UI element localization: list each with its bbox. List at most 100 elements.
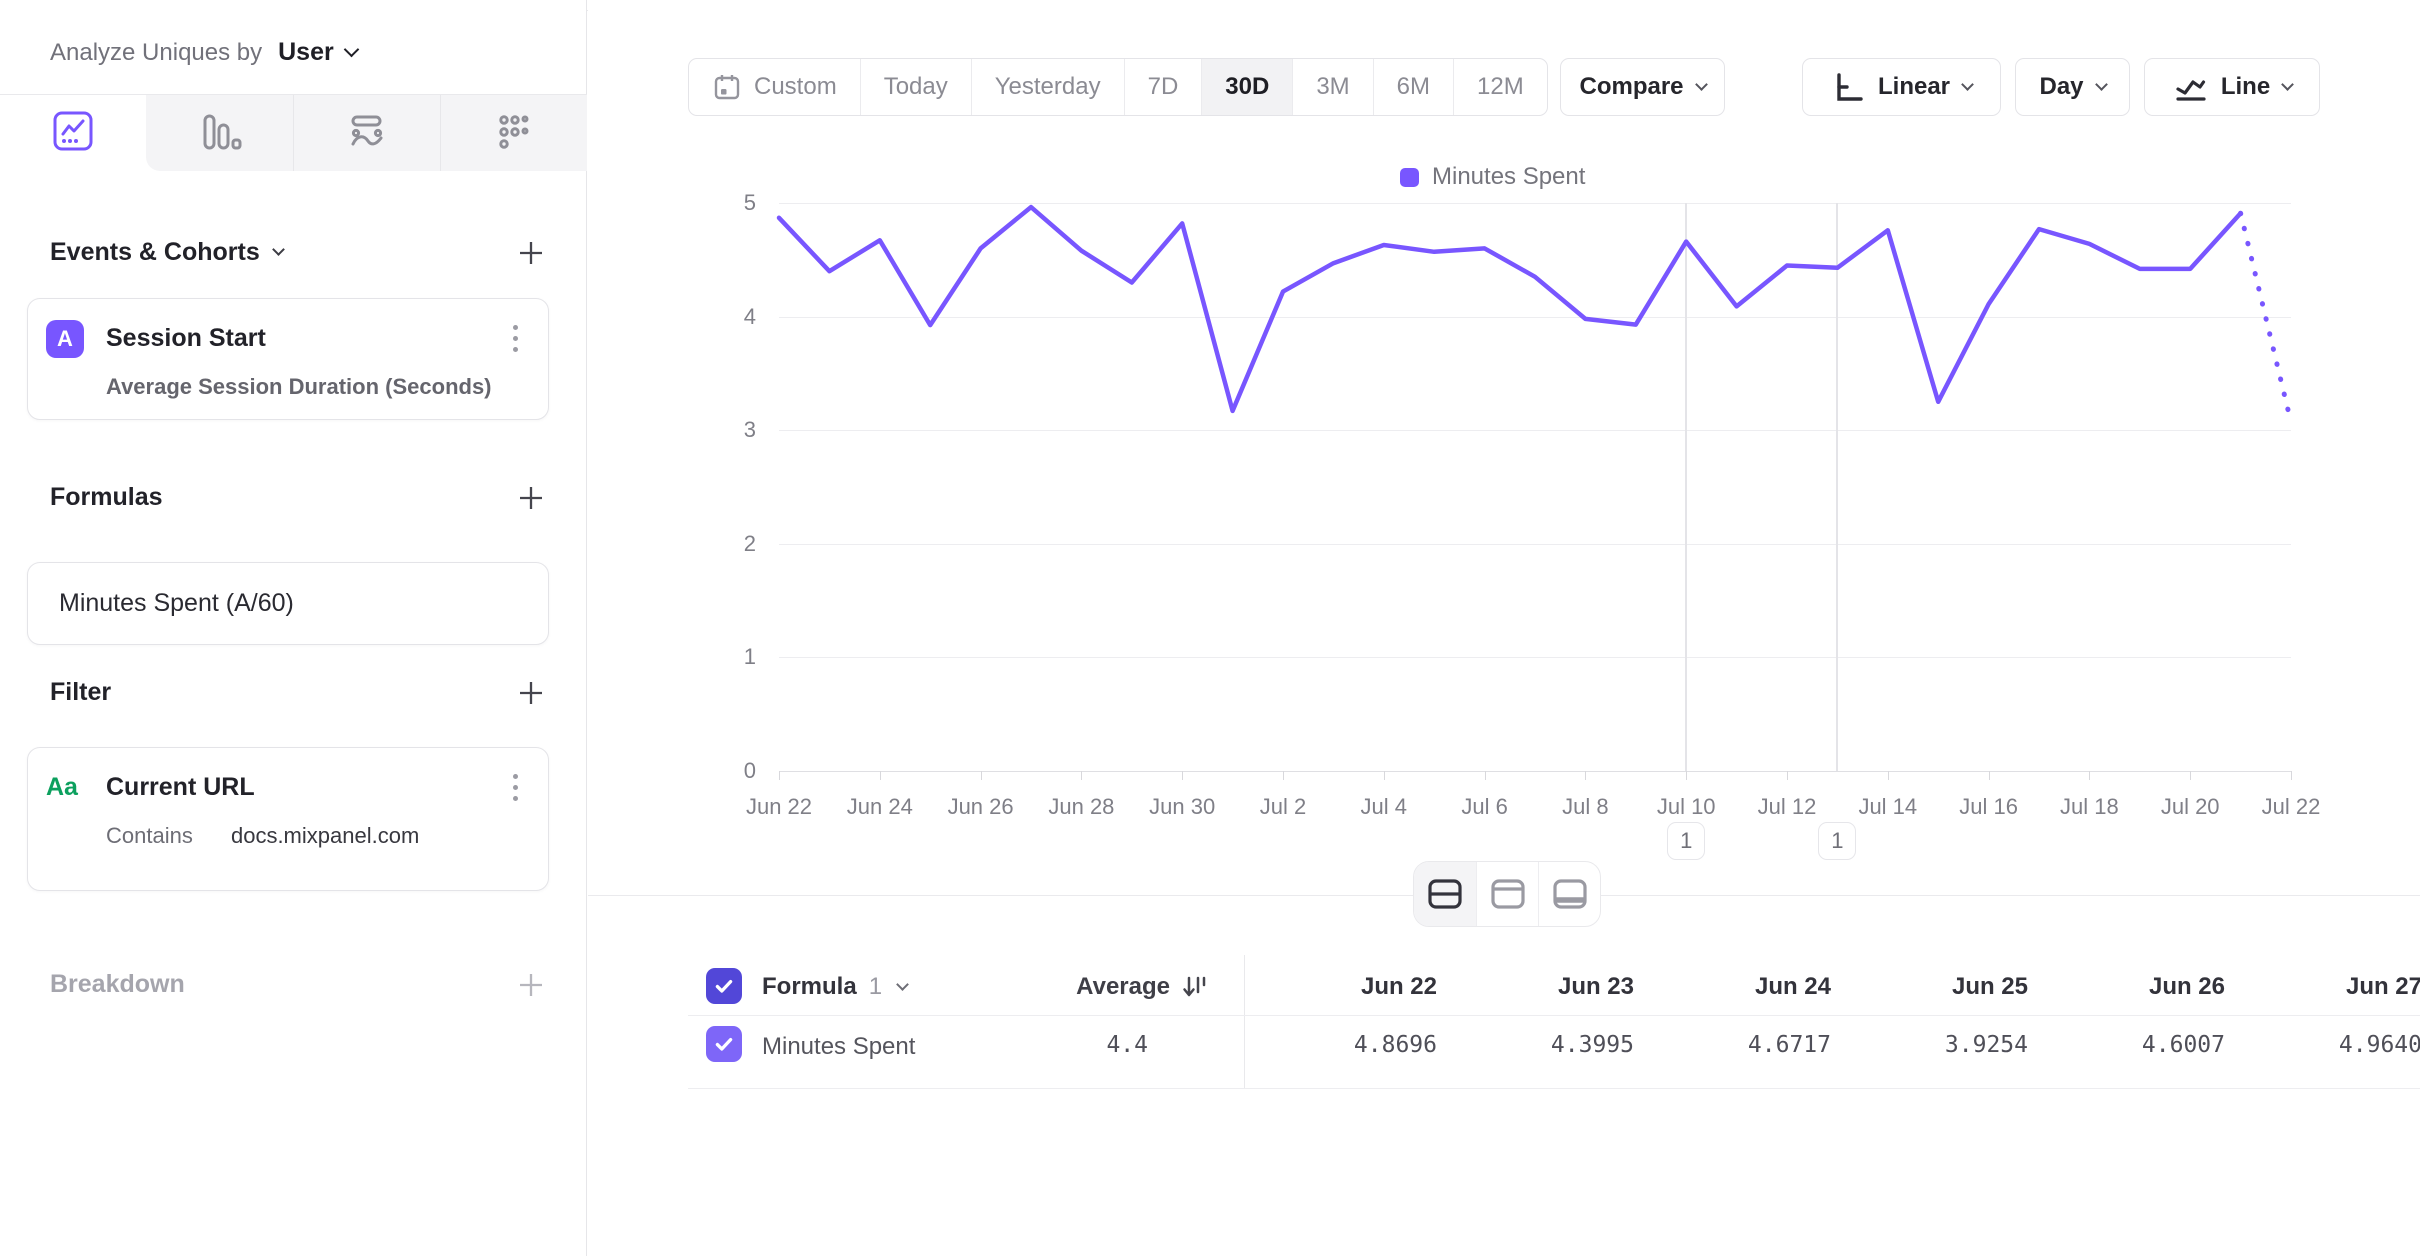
checkbox-check-icon (713, 1033, 735, 1055)
line-chart-tab-icon (50, 110, 96, 156)
x-axis-tick (880, 771, 881, 780)
chart-type-dropdown[interactable]: Line (2144, 58, 2320, 116)
filter-kebab-icon[interactable] (507, 768, 524, 807)
range-12m[interactable]: 12M (1453, 59, 1547, 115)
table-date-header[interactable]: Jun 27 (2242, 973, 2420, 1001)
view-toggle-group (1413, 861, 1601, 927)
table-view-icon (1551, 877, 1589, 911)
table-date-header[interactable]: Jun 25 (1848, 973, 2028, 1001)
add-event-button[interactable] (516, 238, 546, 268)
analyze-row: Analyze Uniques by User (0, 11, 586, 94)
series-row-checkbox[interactable] (706, 1026, 742, 1062)
table-date-header[interactable]: Jun 22 (1257, 973, 1437, 1001)
breakdown-section-header: Breakdown (0, 957, 586, 1012)
formula-column-header[interactable]: Formula 1 (762, 973, 907, 1001)
chevron-down-icon (1961, 78, 1974, 91)
series-line (779, 203, 2291, 771)
breakdown-header-label: Breakdown (50, 970, 185, 999)
range-30d[interactable]: 30D (1201, 59, 1292, 115)
query-builder-sidebar: Analyze Uniques by User (0, 0, 587, 1256)
event-title: Session Start (106, 324, 266, 353)
chevron-down-icon (2281, 78, 2294, 91)
event-kebab-icon[interactable] (507, 319, 524, 358)
annotation-badge[interactable]: 1 (1818, 822, 1856, 860)
events-header-label: Events & Cohorts (50, 238, 260, 267)
plus-icon (516, 678, 546, 708)
average-column-header[interactable]: Average (968, 973, 1208, 1001)
table-date-cell: 4.9640 (2242, 1032, 2420, 1058)
granularity-label: Day (2039, 73, 2083, 101)
add-breakdown-button[interactable] (516, 970, 546, 1000)
chart-view-button[interactable] (1476, 862, 1538, 926)
x-axis-tick (2190, 771, 2191, 780)
add-filter-button[interactable] (516, 678, 546, 708)
range-3m[interactable]: 3M (1292, 59, 1372, 115)
report-main: Custom Today Yesterday 7D 30D 3M 6M 12M … (588, 0, 2420, 1256)
range-today[interactable]: Today (860, 59, 971, 115)
event-aggregation[interactable]: Average Session Duration (Seconds) (106, 374, 548, 400)
x-axis-tick (1485, 771, 1486, 780)
annotation-badge[interactable]: 1 (1667, 822, 1705, 860)
tab-metrics[interactable] (440, 95, 587, 171)
bar-chart-tab-icon (196, 112, 242, 154)
table-date-header[interactable]: Jun 24 (1651, 973, 1831, 1001)
range-label: Yesterday (995, 73, 1101, 101)
table-view-button[interactable] (1538, 862, 1600, 926)
chevron-down-icon (2095, 78, 2108, 91)
analyze-by-dropdown[interactable]: User (278, 38, 357, 67)
range-label: 6M (1397, 73, 1430, 101)
range-label: Custom (754, 73, 837, 101)
filter-section-header: Filter (0, 665, 586, 720)
formula-header-label: Formula (762, 973, 857, 1001)
compare-button[interactable]: Compare (1560, 58, 1725, 116)
granularity-dropdown[interactable]: Day (2015, 58, 2130, 116)
range-label: 12M (1477, 73, 1524, 101)
filter-value[interactable]: docs.mixpanel.com (231, 823, 419, 848)
sort-descending-icon (1180, 973, 1208, 1001)
x-axis-tick (779, 771, 780, 780)
add-formula-button[interactable] (516, 483, 546, 513)
chevron-down-icon (896, 978, 909, 991)
split-view-button[interactable] (1414, 862, 1476, 926)
table-date-header[interactable]: Jun 23 (1454, 973, 1634, 1001)
x-axis-tick (1081, 771, 1082, 780)
range-custom[interactable]: Custom (689, 59, 860, 115)
tab-flows[interactable] (293, 95, 440, 171)
x-axis-tick (1888, 771, 1889, 780)
x-axis-tick (1787, 771, 1788, 780)
x-axis-tick (2291, 771, 2292, 780)
y-axis-label: 3 (706, 417, 756, 443)
table-date-header[interactable]: Jun 26 (2045, 973, 2225, 1001)
x-axis-tick (981, 771, 982, 780)
filter-operator[interactable]: Contains (106, 823, 193, 848)
average-value-cell: 4.4 (968, 1032, 1148, 1058)
filter-property: Current URL (106, 773, 255, 802)
range-7d[interactable]: 7D (1124, 59, 1202, 115)
chevron-down-icon (343, 42, 359, 58)
formula-header-checkbox[interactable] (706, 968, 742, 1004)
formulas-header-label: Formulas (50, 483, 163, 512)
analyze-by-value: User (278, 38, 334, 67)
filter-card[interactable]: Aa Current URL Contains docs.mixpanel.co… (27, 747, 549, 891)
range-yesterday[interactable]: Yesterday (971, 59, 1124, 115)
scale-dropdown[interactable]: Linear (1802, 58, 2001, 116)
table-header-border (688, 1015, 2420, 1016)
table-date-cell: 4.6717 (1651, 1032, 1831, 1058)
tab-bar-chart[interactable] (146, 95, 292, 171)
x-axis-tick (1283, 771, 1284, 780)
split-view-icon (1426, 877, 1464, 911)
table-date-cell: 4.8696 (1257, 1032, 1437, 1058)
range-6m[interactable]: 6M (1373, 59, 1453, 115)
y-axis-label: 2 (706, 531, 756, 557)
y-axis-label: 0 (706, 758, 756, 784)
x-axis-tick (2089, 771, 2090, 780)
range-label: Today (884, 73, 948, 101)
chart-legend[interactable]: Minutes Spent (1400, 163, 1585, 191)
tab-line-chart[interactable] (0, 95, 146, 171)
legend-label: Minutes Spent (1432, 163, 1585, 191)
flows-tab-icon (344, 111, 390, 155)
formula-card[interactable]: Minutes Spent (A/60) (27, 562, 549, 645)
date-range-segmented-control: Custom Today Yesterday 7D 30D 3M 6M 12M (688, 58, 1548, 116)
y-axis-label: 4 (706, 304, 756, 330)
event-card[interactable]: A Session Start Average Session Duration… (27, 298, 549, 420)
